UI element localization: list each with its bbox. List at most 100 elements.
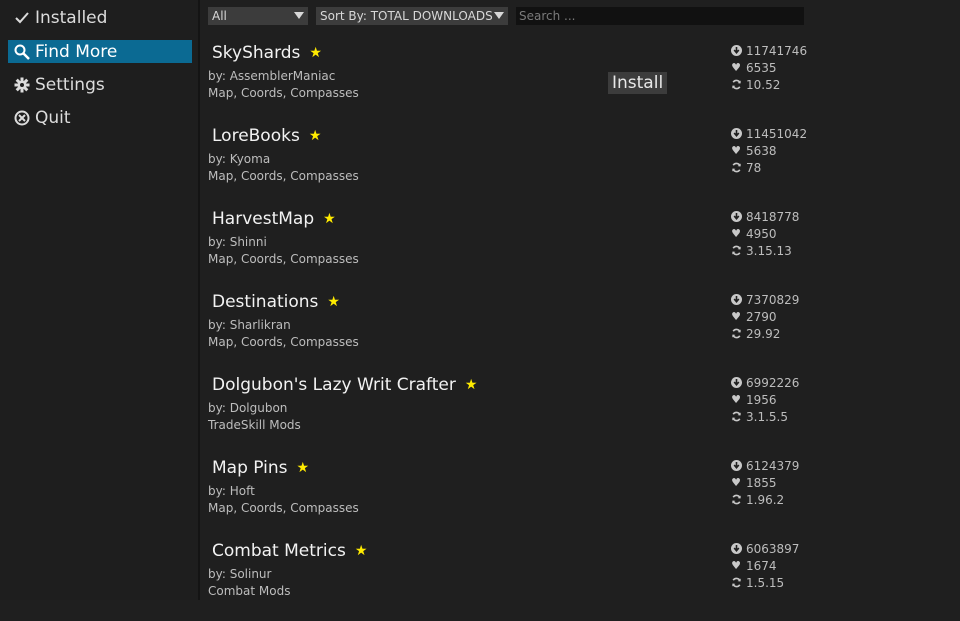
favorites-stat: ♥ 1956 (730, 391, 799, 408)
favorites-stat: ♥ 6535 (730, 59, 807, 76)
sidebar-item-label: Installed (35, 7, 108, 28)
addon-stats: 6063897 ♥ 1674 1.5.15 (730, 540, 799, 591)
refresh-icon (730, 577, 742, 588)
sidebar: Installed Find More Settings Quit (0, 0, 200, 600)
downloads-count: 6063897 (746, 541, 800, 556)
version-stat: 1.96.2 (730, 491, 799, 508)
addon-category: Map, Coords, Compasses (208, 169, 359, 183)
refresh-icon (730, 494, 742, 505)
addon-category: Map, Coords, Compasses (208, 86, 359, 100)
downloads-stat: 8418778 (730, 208, 799, 225)
download-icon (730, 45, 742, 56)
version-label: 3.1.5.5 (746, 409, 788, 424)
favorites-count: 1855 (746, 475, 777, 490)
sidebar-item-quit[interactable]: Quit (8, 106, 192, 129)
version-stat: 78 (730, 159, 807, 176)
search-input[interactable] (516, 7, 804, 25)
star-icon: ★ (308, 128, 322, 144)
favorites-count: 1674 (746, 558, 777, 573)
addon-author: by: AssemblerManiac (208, 69, 336, 83)
download-icon (730, 294, 742, 305)
addon-row[interactable]: Map Pins ★ by: Hoft Map, Coords, Compass… (200, 455, 960, 538)
star-icon: ★ (327, 294, 340, 310)
addon-title[interactable]: Destinations (212, 292, 318, 312)
sidebar-item-label: Quit (35, 107, 71, 128)
addon-category: Combat Mods (208, 584, 291, 598)
addon-title[interactable]: Dolgubon's Lazy Writ Crafter (212, 375, 456, 395)
version-label: 78 (746, 160, 762, 175)
downloads-count: 6124379 (746, 458, 800, 473)
star-icon: ★ (309, 45, 322, 61)
star-icon: ★ (296, 460, 310, 476)
addon-author: by: Hoft (208, 484, 255, 498)
addon-title[interactable]: SkyShards (212, 43, 300, 63)
heart-icon: ♥ (731, 61, 741, 74)
heart-icon: ♥ (731, 559, 741, 572)
version-stat: 1.5.15 (730, 574, 799, 591)
filter-dropdown[interactable]: All (208, 7, 308, 25)
chevron-down-icon (494, 12, 504, 19)
downloads-count: 8418778 (746, 209, 800, 224)
addon-author: by: Shinni (208, 235, 267, 249)
addon-author: by: Solinur (208, 567, 272, 581)
install-button[interactable]: Install (608, 72, 668, 94)
version-label: 3.15.13 (746, 243, 792, 258)
addon-category: Map, Coords, Compasses (208, 252, 359, 266)
heart-icon: ♥ (731, 144, 741, 157)
favorites-stat: ♥ 1855 (730, 474, 799, 491)
sidebar-item-find-more[interactable]: Find More (8, 40, 192, 63)
sidebar-item-settings[interactable]: Settings (8, 73, 192, 96)
chevron-down-icon (294, 12, 304, 19)
version-label: 29.92 (746, 326, 781, 341)
download-icon (730, 377, 742, 388)
downloads-stat: 6992226 (730, 374, 799, 391)
favorites-count: 1956 (746, 392, 777, 407)
addon-row[interactable]: LoreBooks ★ by: Kyoma Map, Coords, Compa… (200, 123, 960, 206)
heart-icon: ♥ (731, 476, 741, 489)
addon-stats: 11741746 ♥ 6535 10.52 (730, 42, 807, 93)
version-stat: 3.1.5.5 (730, 408, 799, 425)
heart-icon: ♥ (731, 393, 741, 406)
version-stat: 3.15.13 (730, 242, 799, 259)
main-content: All Sort By: TOTAL DOWNLOADS SkyShards ★… (200, 0, 960, 600)
downloads-stat: 11741746 (730, 42, 807, 59)
downloads-count: 11451042 (746, 126, 808, 141)
version-label: 1.96.2 (746, 492, 785, 507)
gear-icon (12, 77, 32, 93)
close-circle-icon (12, 110, 32, 126)
sidebar-item-label: Find More (35, 41, 118, 62)
favorites-stat: ♥ 2790 (730, 308, 799, 325)
addon-stats: 7370829 ♥ 2790 29.92 (730, 291, 799, 342)
downloads-stat: 6063897 (730, 540, 799, 557)
addon-author: by: Kyoma (208, 152, 271, 166)
download-icon (730, 543, 742, 554)
addon-title[interactable]: HarvestMap (212, 209, 314, 229)
star-icon: ★ (354, 543, 368, 559)
downloads-count: 7370829 (746, 292, 800, 307)
addon-title[interactable]: LoreBooks (212, 126, 300, 146)
addon-author: by: Sharlikran (208, 318, 291, 332)
addon-category: Map, Coords, Compasses (208, 335, 359, 349)
downloads-stat: 11451042 (730, 125, 807, 142)
sort-dropdown[interactable]: Sort By: TOTAL DOWNLOADS (316, 7, 508, 25)
favorites-stat: ♥ 1674 (730, 557, 799, 574)
addon-title[interactable]: Map Pins (212, 458, 288, 478)
addon-category: Map, Coords, Compasses (208, 501, 359, 515)
refresh-icon (730, 162, 742, 173)
addon-category: TradeSkill Mods (208, 418, 301, 432)
addon-row[interactable]: Destinations ★ by: Sharlikran Map, Coord… (200, 289, 960, 372)
addon-title[interactable]: Combat Metrics (212, 541, 346, 561)
version-stat: 10.52 (730, 76, 807, 93)
check-icon (12, 11, 32, 24)
version-stat: 29.92 (730, 325, 799, 342)
favorites-count: 5638 (746, 143, 777, 158)
version-label: 1.5.15 (746, 575, 785, 590)
downloads-stat: 6124379 (730, 457, 799, 474)
sidebar-item-installed[interactable]: Installed (8, 6, 192, 29)
addon-row[interactable]: SkyShards ★ by: AssemblerManiac Map, Coo… (200, 40, 960, 123)
addon-row[interactable]: Dolgubon's Lazy Writ Crafter ★ by: Dolgu… (200, 372, 960, 455)
addon-row[interactable]: Combat Metrics ★ by: Solinur Combat Mods… (200, 538, 960, 621)
addon-row[interactable]: HarvestMap ★ by: Shinni Map, Coords, Com… (200, 206, 960, 289)
download-icon (730, 460, 742, 471)
refresh-icon (730, 79, 742, 90)
